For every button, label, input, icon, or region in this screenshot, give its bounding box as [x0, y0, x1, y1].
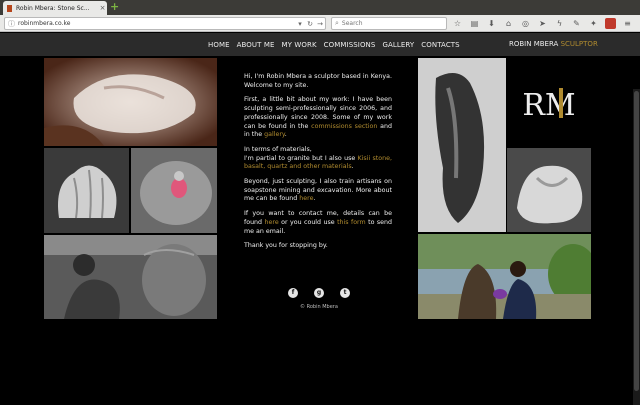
logo-text: RM — [522, 88, 575, 123]
reading-list-icon[interactable]: ▤ — [469, 18, 480, 29]
search-input[interactable] — [341, 20, 432, 27]
photo-stone-work[interactable] — [131, 148, 217, 233]
search-box[interactable]: ⌕ — [331, 17, 447, 30]
photo-hand-sculpture[interactable] — [44, 148, 129, 233]
twitter-icon[interactable]: t — [340, 288, 350, 298]
nav-commissions[interactable]: COMMISSIONS — [324, 41, 376, 49]
intro-materials-paragraph: In terms of materials, I'm partial to gr… — [244, 146, 392, 172]
contact-mid: or you could use — [281, 218, 335, 226]
scrollbar-thumb[interactable] — [634, 91, 639, 391]
training-text: Beyond, just sculpting, I also train art… — [244, 178, 392, 203]
facebook-icon[interactable]: f — [288, 288, 298, 298]
copyright: © Robin Mbera — [300, 304, 338, 310]
tab-close-icon[interactable]: × — [98, 4, 107, 12]
url-text[interactable]: robinmbera.co.ke — [18, 20, 295, 27]
browser-nav-bar: ⓘ robinmbera.co.ke ▾ ↻ → ⌕ ☆ ▤ ⬇ ⌂ ◎ ➤ ϟ… — [0, 15, 640, 32]
main-content: Hi, I'm Robin Mbera a sculptor based in … — [0, 56, 640, 405]
contact-form-link[interactable]: this form — [337, 219, 366, 226]
browser-toolbar: ☆ ▤ ⬇ ⌂ ◎ ➤ ϟ ✎ ✦ ≡ — [452, 18, 633, 29]
photo-granite-sculpture[interactable] — [418, 58, 506, 232]
brush-icon[interactable]: ✎ — [571, 18, 582, 29]
new-tab-button[interactable]: + — [110, 1, 120, 12]
brand-second: SCULPTOR — [560, 40, 598, 48]
nav-home[interactable]: HOME — [208, 41, 230, 49]
reload-icon[interactable]: ↻ — [305, 20, 315, 28]
search-icon: ⌕ — [335, 19, 339, 27]
training-end: . — [313, 195, 316, 203]
addon-icon[interactable] — [605, 18, 616, 29]
go-arrow-icon[interactable]: → — [315, 20, 325, 28]
commissions-link[interactable]: commissions section — [311, 123, 377, 130]
nav-gallery[interactable]: GALLERY — [382, 41, 414, 49]
download-icon[interactable]: ⬇ — [486, 18, 497, 29]
intro-work-end: . — [284, 131, 287, 139]
site-nav: HOME ABOUT ME MY WORK COMMISSIONS GALLER… — [208, 33, 460, 56]
photo-carving-artisan[interactable] — [44, 235, 217, 319]
about-here-link[interactable]: here — [299, 195, 313, 202]
brand-name[interactable]: ROBIN MBERA SCULPTOR — [509, 40, 598, 48]
site-header: HOME ABOUT ME MY WORK COMMISSIONS GALLER… — [0, 33, 640, 56]
photo-outdoor-sculptor[interactable] — [418, 234, 591, 319]
browser-tab-bar: Robin Mbera: Stone Sc... × + — [0, 0, 640, 15]
materials-end: . — [351, 163, 354, 171]
google-plus-icon[interactable]: g — [314, 288, 324, 298]
dropdown-icon[interactable]: ▾ — [295, 20, 305, 28]
contact-here-link[interactable]: here — [265, 219, 279, 226]
page-scrollbar[interactable] — [633, 89, 640, 405]
nav-contacts[interactable]: CONTACTS — [421, 41, 459, 49]
send-icon[interactable]: ➤ — [537, 18, 548, 29]
site-info-icon[interactable]: ⓘ — [8, 19, 15, 29]
site-logo[interactable]: RM — [507, 58, 591, 146]
nav-about-me[interactable]: ABOUT ME — [237, 41, 275, 49]
url-bar[interactable]: ⓘ robinmbera.co.ke ▾ ↻ → — [4, 17, 326, 30]
gallery-link[interactable]: gallery — [264, 131, 285, 138]
nav-my-work[interactable]: MY WORK — [282, 41, 317, 49]
tab-title: Robin Mbera: Stone Sc... — [16, 4, 90, 12]
intro-thanks: Thank you for stopping by. — [244, 242, 328, 250]
intro-training-paragraph: Beyond, just sculpting, I also train art… — [244, 178, 392, 204]
materials-text: I'm partial to granite but I also use — [244, 154, 356, 162]
photo-quartz-sculpture[interactable] — [44, 58, 217, 146]
browser-tab[interactable]: Robin Mbera: Stone Sc... × — [3, 1, 107, 15]
intro-work-paragraph: First, a little bit about my work: I hav… — [244, 96, 392, 140]
photo-white-stone-sculpture[interactable] — [507, 148, 591, 232]
bookmark-star-icon[interactable]: ☆ — [452, 18, 463, 29]
menu-icon[interactable]: ≡ — [622, 18, 633, 29]
materials-lead: In terms of materials, — [244, 145, 312, 153]
brand-first: ROBIN MBERA — [509, 40, 559, 48]
intro-greeting: Hi, I'm Robin Mbera a sculptor based in … — [244, 73, 392, 89]
social-links: f g t — [288, 288, 350, 298]
wrench-icon[interactable]: ✦ — [588, 18, 599, 29]
pocket-icon[interactable]: ◎ — [520, 18, 531, 29]
intro-text: Hi, I'm Robin Mbera a sculptor based in … — [244, 73, 392, 257]
site-favicon-icon — [7, 4, 12, 12]
intro-contact-paragraph: If you want to contact me, details can b… — [244, 210, 392, 236]
home-icon[interactable]: ⌂ — [503, 18, 514, 29]
flash-icon[interactable]: ϟ — [554, 18, 565, 29]
